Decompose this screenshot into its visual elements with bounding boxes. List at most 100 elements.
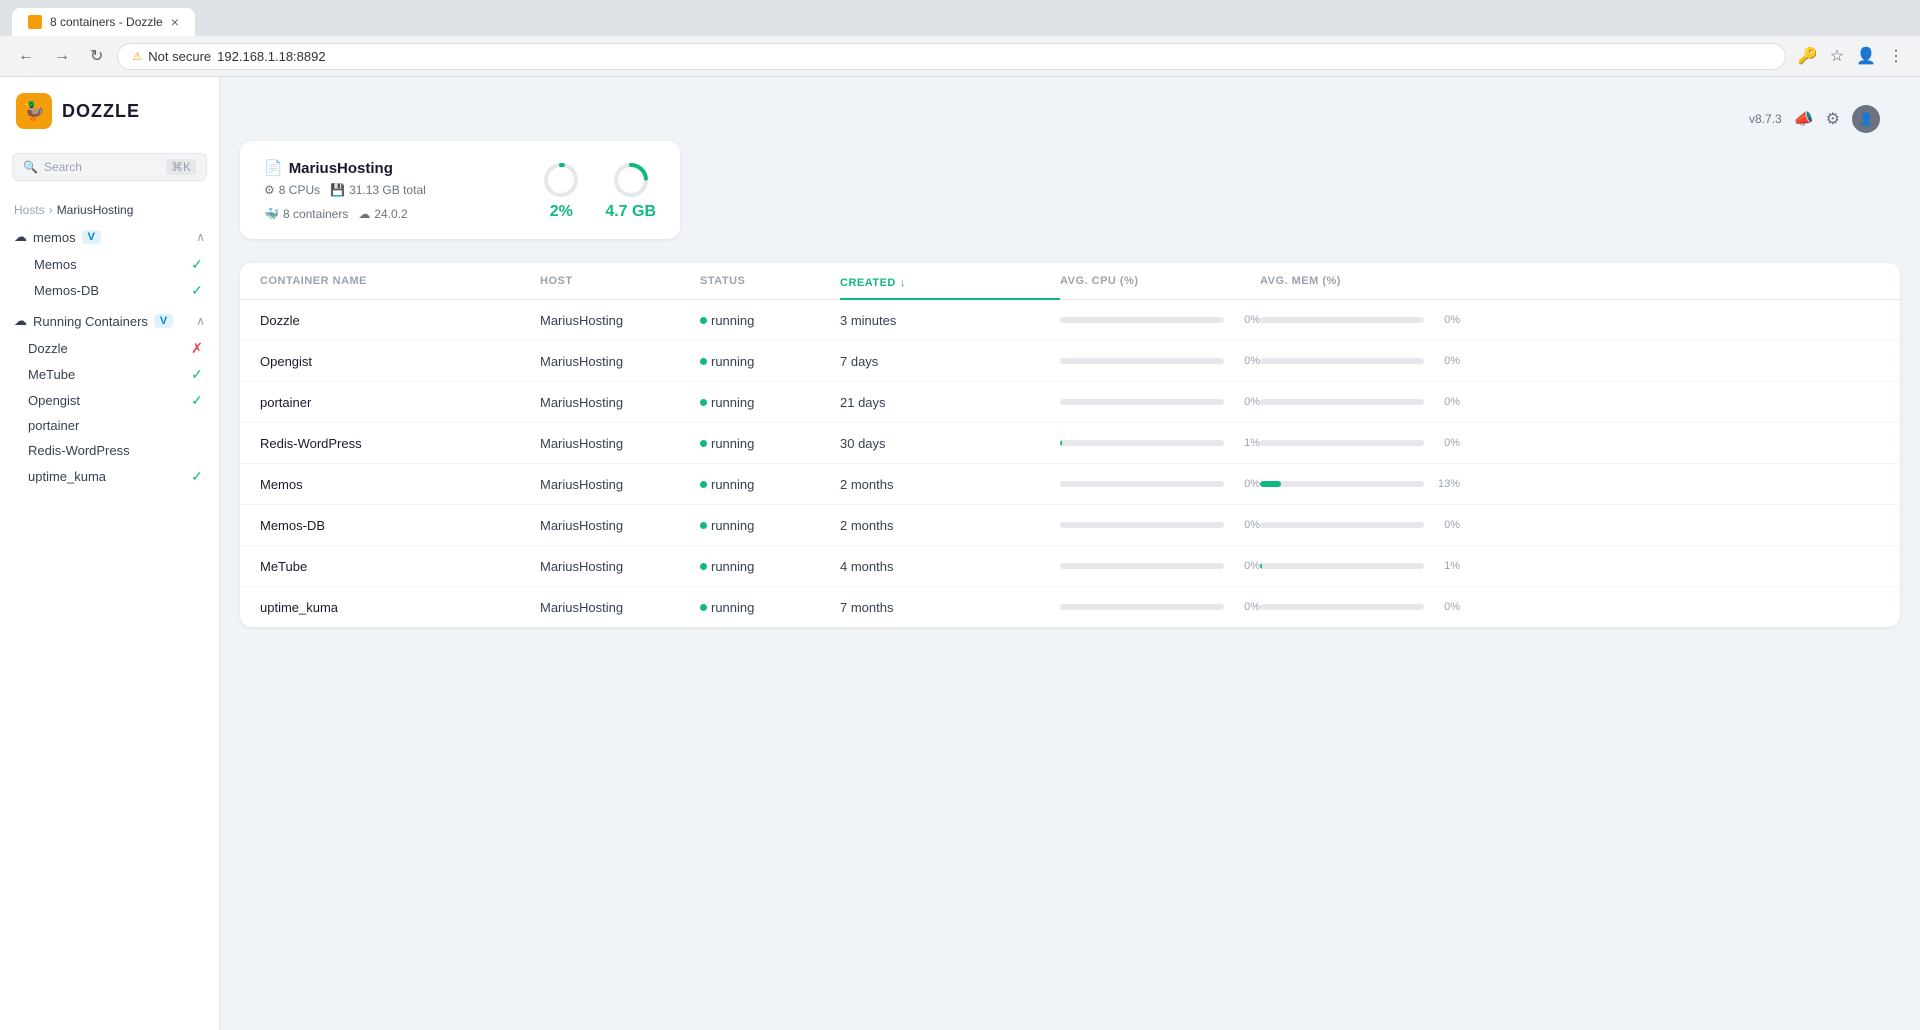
col-header-cpu: AVG. CPU (%) <box>1060 275 1260 287</box>
containers-table: CONTAINER NAME HOST STATUS CREATED ↓ AVG… <box>240 263 1900 627</box>
profile-icon[interactable]: 👤 <box>1852 42 1880 70</box>
container-created: 7 months <box>840 600 1060 615</box>
redis-wordpress-label: Redis-WordPress <box>28 443 130 458</box>
sidebar-item-dozzle[interactable]: Dozzle ✗ <box>0 335 219 361</box>
sidebar-item-metube[interactable]: MeTube ✓ <box>0 361 219 387</box>
refresh-button[interactable]: ↻ <box>84 42 109 70</box>
nav-breadcrumb: Hosts › MariusHosting <box>0 197 219 223</box>
container-host: MariusHosting <box>540 395 700 410</box>
container-status: running <box>700 435 840 451</box>
opengist-status-icon: ✓ <box>189 392 205 408</box>
menu-icon[interactable]: ⋮ <box>1884 42 1908 70</box>
container-created: 21 days <box>840 395 1060 410</box>
container-host: MariusHosting <box>540 436 700 451</box>
search-placeholder: Search <box>44 160 82 174</box>
portainer-label: portainer <box>28 418 79 433</box>
running-group-badge: V <box>154 314 173 328</box>
container-cpu: 0% <box>1060 560 1260 572</box>
table-row[interactable]: portainer MariusHosting running 21 days … <box>240 382 1900 423</box>
memory-icon: 💾 <box>330 183 345 197</box>
sidebar-item-memos-db[interactable]: Memos-DB ✓ <box>0 277 219 303</box>
sort-arrow-icon: ↓ <box>900 277 906 289</box>
uptime-kuma-status-icon: ✓ <box>189 468 205 484</box>
version-tag: v8.7.3 <box>1749 112 1782 126</box>
tab-close-button[interactable]: × <box>171 14 179 30</box>
container-mem: 0% <box>1260 519 1460 531</box>
container-status: running <box>700 558 840 574</box>
user-avatar[interactable]: 👤 <box>1852 105 1880 133</box>
back-button[interactable]: ← <box>12 43 40 69</box>
security-warning: ⚠ <box>132 50 142 63</box>
container-status: running <box>700 353 840 369</box>
container-cpu: 0% <box>1060 478 1260 490</box>
address-bar[interactable]: ⚠ Not secure 192.168.1.18:8892 <box>117 43 1785 70</box>
mem-donut-chart <box>611 160 651 200</box>
container-host: MariusHosting <box>540 559 700 574</box>
host-card-metrics: 2% 4.7 GB <box>541 160 656 221</box>
container-created: 4 months <box>840 559 1060 574</box>
browser-toolbar: ← → ↻ ⚠ Not secure 192.168.1.18:8892 🔑 ☆… <box>0 36 1920 77</box>
bookmark-icon[interactable]: ☆ <box>1826 42 1848 70</box>
settings-icon[interactable]: ⚙ <box>1826 109 1840 129</box>
logo-text: DOZZLE <box>62 101 140 122</box>
nav-group-running: ☁ Running Containers V ∧ Dozzle ✗ MeTube… <box>0 307 219 489</box>
table-row[interactable]: Redis-WordPress MariusHosting running 30… <box>240 423 1900 464</box>
mem-metric: 4.7 GB <box>605 160 656 221</box>
sidebar-item-memos[interactable]: Memos ✓ <box>0 251 219 277</box>
sidebar-item-portainer[interactable]: portainer <box>0 413 219 438</box>
top-bar-right: v8.7.3 📣 ⚙ 👤 <box>1749 105 1880 133</box>
nav-group-running-header[interactable]: ☁ Running Containers V ∧ <box>0 307 219 335</box>
container-name: Dozzle <box>260 313 540 328</box>
col-header-host: HOST <box>540 275 700 287</box>
containers-icon: 🐳 <box>264 207 279 221</box>
table-row[interactable]: Opengist MariusHosting running 7 days 0%… <box>240 341 1900 382</box>
mem-metric-value: 4.7 GB <box>605 203 656 221</box>
dozzle-label: Dozzle <box>28 341 68 356</box>
cpu-donut-chart <box>541 160 581 200</box>
cpu-metric: 2% <box>541 160 581 221</box>
address-url: 192.168.1.18:8892 <box>217 49 325 64</box>
host-card-title: 📄 MariusHosting <box>264 159 517 177</box>
notification-icon[interactable]: 📣 <box>1794 109 1814 129</box>
container-cpu: 0% <box>1060 396 1260 408</box>
container-cpu: 0% <box>1060 314 1260 326</box>
cpu-icon: ⚙ <box>264 183 275 197</box>
sidebar: 🦆 DOZZLE 🔍 Search ⌘K Hosts › MariusHosti… <box>0 77 220 1030</box>
search-box[interactable]: 🔍 Search ⌘K <box>12 153 207 181</box>
container-cpu: 0% <box>1060 519 1260 531</box>
key-icon[interactable]: 🔑 <box>1794 42 1822 70</box>
memos-db-status-icon: ✓ <box>189 282 205 298</box>
sidebar-item-opengist[interactable]: Opengist ✓ <box>0 387 219 413</box>
container-mem: 0% <box>1260 355 1460 367</box>
table-row[interactable]: Dozzle MariusHosting running 3 minutes 0… <box>240 300 1900 341</box>
container-name: Memos <box>260 477 540 492</box>
dozzle-status-icon: ✗ <box>189 340 205 356</box>
table-header: CONTAINER NAME HOST STATUS CREATED ↓ AVG… <box>240 263 1900 300</box>
sidebar-item-uptime-kuma[interactable]: uptime_kuma ✓ <box>0 463 219 489</box>
container-mem: 1% <box>1260 560 1460 572</box>
app-container: 🦆 DOZZLE 🔍 Search ⌘K Hosts › MariusHosti… <box>0 77 1920 1030</box>
container-host: MariusHosting <box>540 477 700 492</box>
nav-group-memos-header[interactable]: ☁ memos V ∧ <box>0 223 219 251</box>
table-row[interactable]: Memos MariusHosting running 2 months 0% … <box>240 464 1900 505</box>
running-chevron-icon: ∧ <box>196 314 205 328</box>
col-header-created[interactable]: CREATED ↓ <box>840 275 1060 300</box>
tab-label: 8 containers - Dozzle <box>50 15 163 29</box>
metube-label: MeTube <box>28 367 75 382</box>
breadcrumb-active: MariusHosting <box>57 203 134 217</box>
table-row[interactable]: MeTube MariusHosting running 4 months 0%… <box>240 546 1900 587</box>
container-host: MariusHosting <box>540 354 700 369</box>
table-row[interactable]: uptime_kuma MariusHosting running 7 mont… <box>240 587 1900 627</box>
nav-group-memos: ☁ memos V ∧ Memos ✓ Memos-DB ✓ <box>0 223 219 303</box>
table-row[interactable]: Memos-DB MariusHosting running 2 months … <box>240 505 1900 546</box>
container-cpu: 1% <box>1060 437 1260 449</box>
search-shortcut: ⌘K <box>166 159 196 175</box>
forward-button[interactable]: → <box>48 43 76 69</box>
browser-tab[interactable]: 8 containers - Dozzle × <box>12 8 195 36</box>
sidebar-item-redis-wordpress[interactable]: Redis-WordPress <box>0 438 219 463</box>
container-name: portainer <box>260 395 540 410</box>
top-bar: v8.7.3 📣 ⚙ 👤 <box>240 97 1900 141</box>
hosts-link[interactable]: Hosts <box>14 203 45 217</box>
host-card-doc-icon: 📄 <box>264 159 283 177</box>
container-host: MariusHosting <box>540 313 700 328</box>
